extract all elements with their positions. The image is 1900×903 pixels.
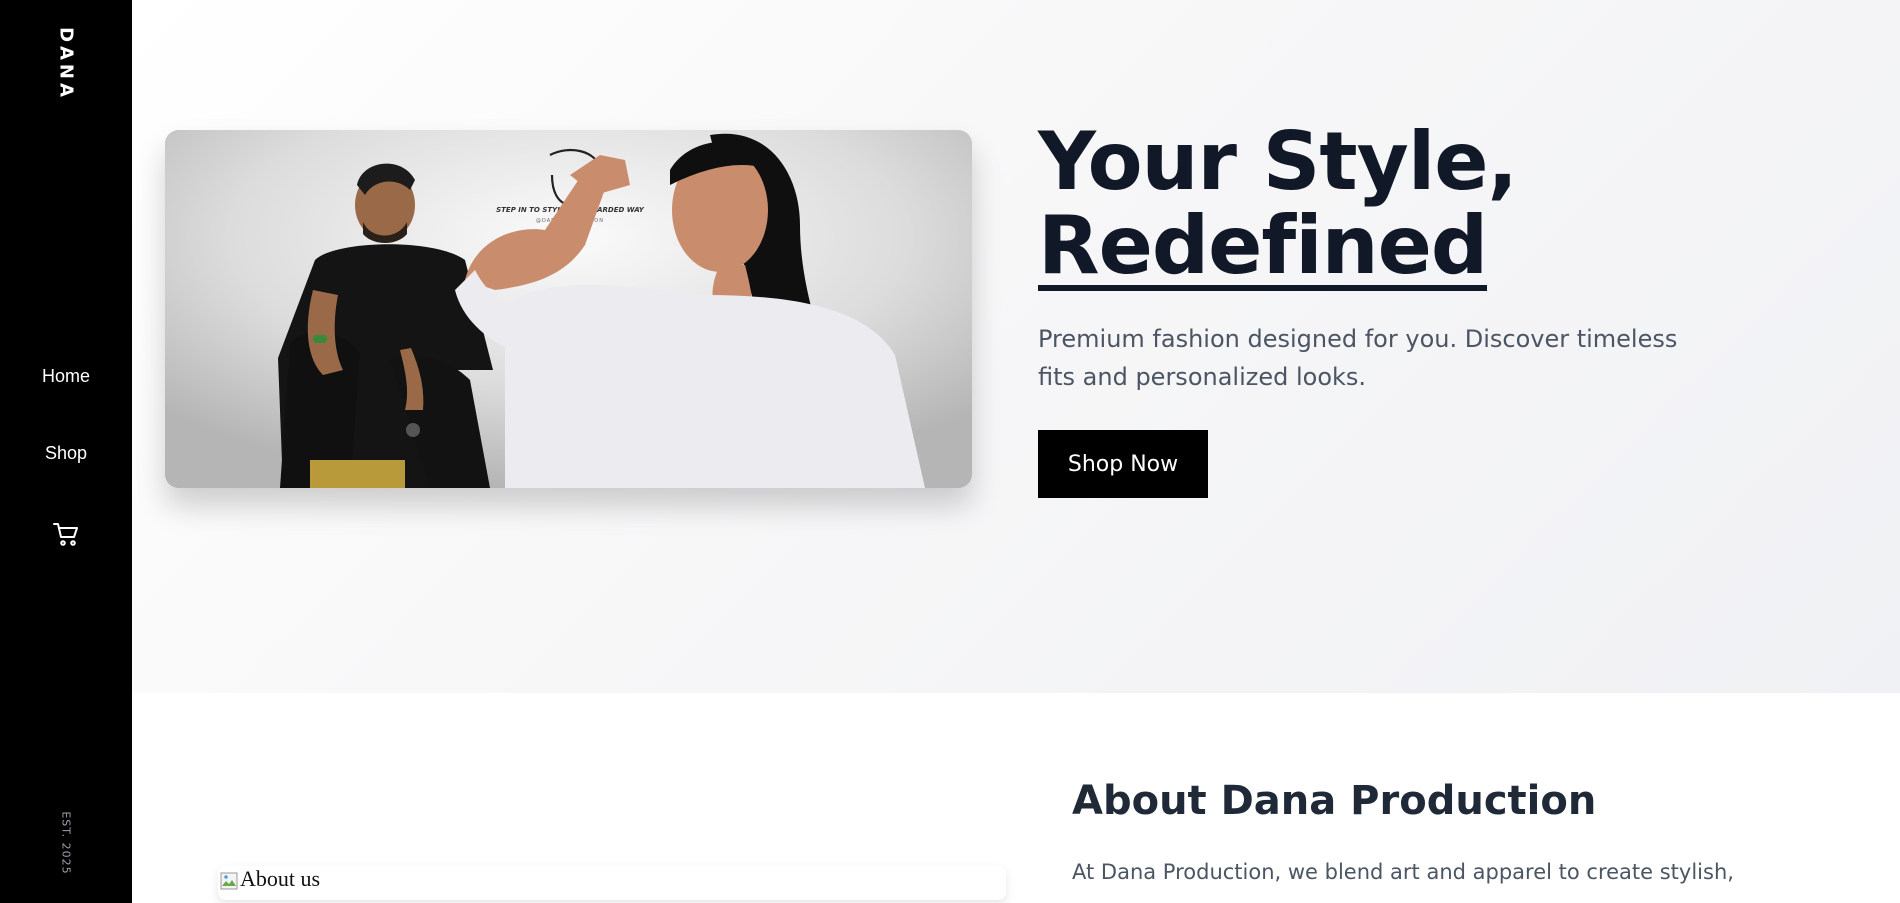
hero-subtitle: Premium fashion designed for you. Discov… <box>1038 325 1678 391</box>
hero-image: STEP IN TO STYLE,THE BEARDED WAY @DANAPR… <box>165 130 972 488</box>
nav-shop[interactable]: Shop <box>0 443 132 464</box>
hero-section: STEP IN TO STYLE,THE BEARDED WAY @DANAPR… <box>132 0 1900 693</box>
hero-title-line1: Your Style, <box>1038 115 1518 208</box>
hero-title-line2: Redefined <box>1038 199 1488 292</box>
broken-image-icon <box>220 870 238 890</box>
about-image: About us <box>218 866 1006 900</box>
cart-icon[interactable] <box>52 520 80 548</box>
about-title: About Dana Production <box>1072 778 1597 824</box>
nav-home[interactable]: Home <box>0 366 132 387</box>
about-image-alt-text: About us <box>240 866 321 891</box>
brand-logo[interactable]: DANA <box>56 27 77 101</box>
shop-now-button[interactable]: Shop Now <box>1038 430 1208 498</box>
established-year: EST. 2025 <box>59 811 73 875</box>
sidebar: DANA Home Shop EST. 2025 <box>0 0 132 903</box>
about-image-alt: About us <box>220 866 320 892</box>
hero-title: Your Style, Redefined <box>1038 120 1518 292</box>
about-text: At Dana Production, we blend art and app… <box>1072 860 1734 884</box>
